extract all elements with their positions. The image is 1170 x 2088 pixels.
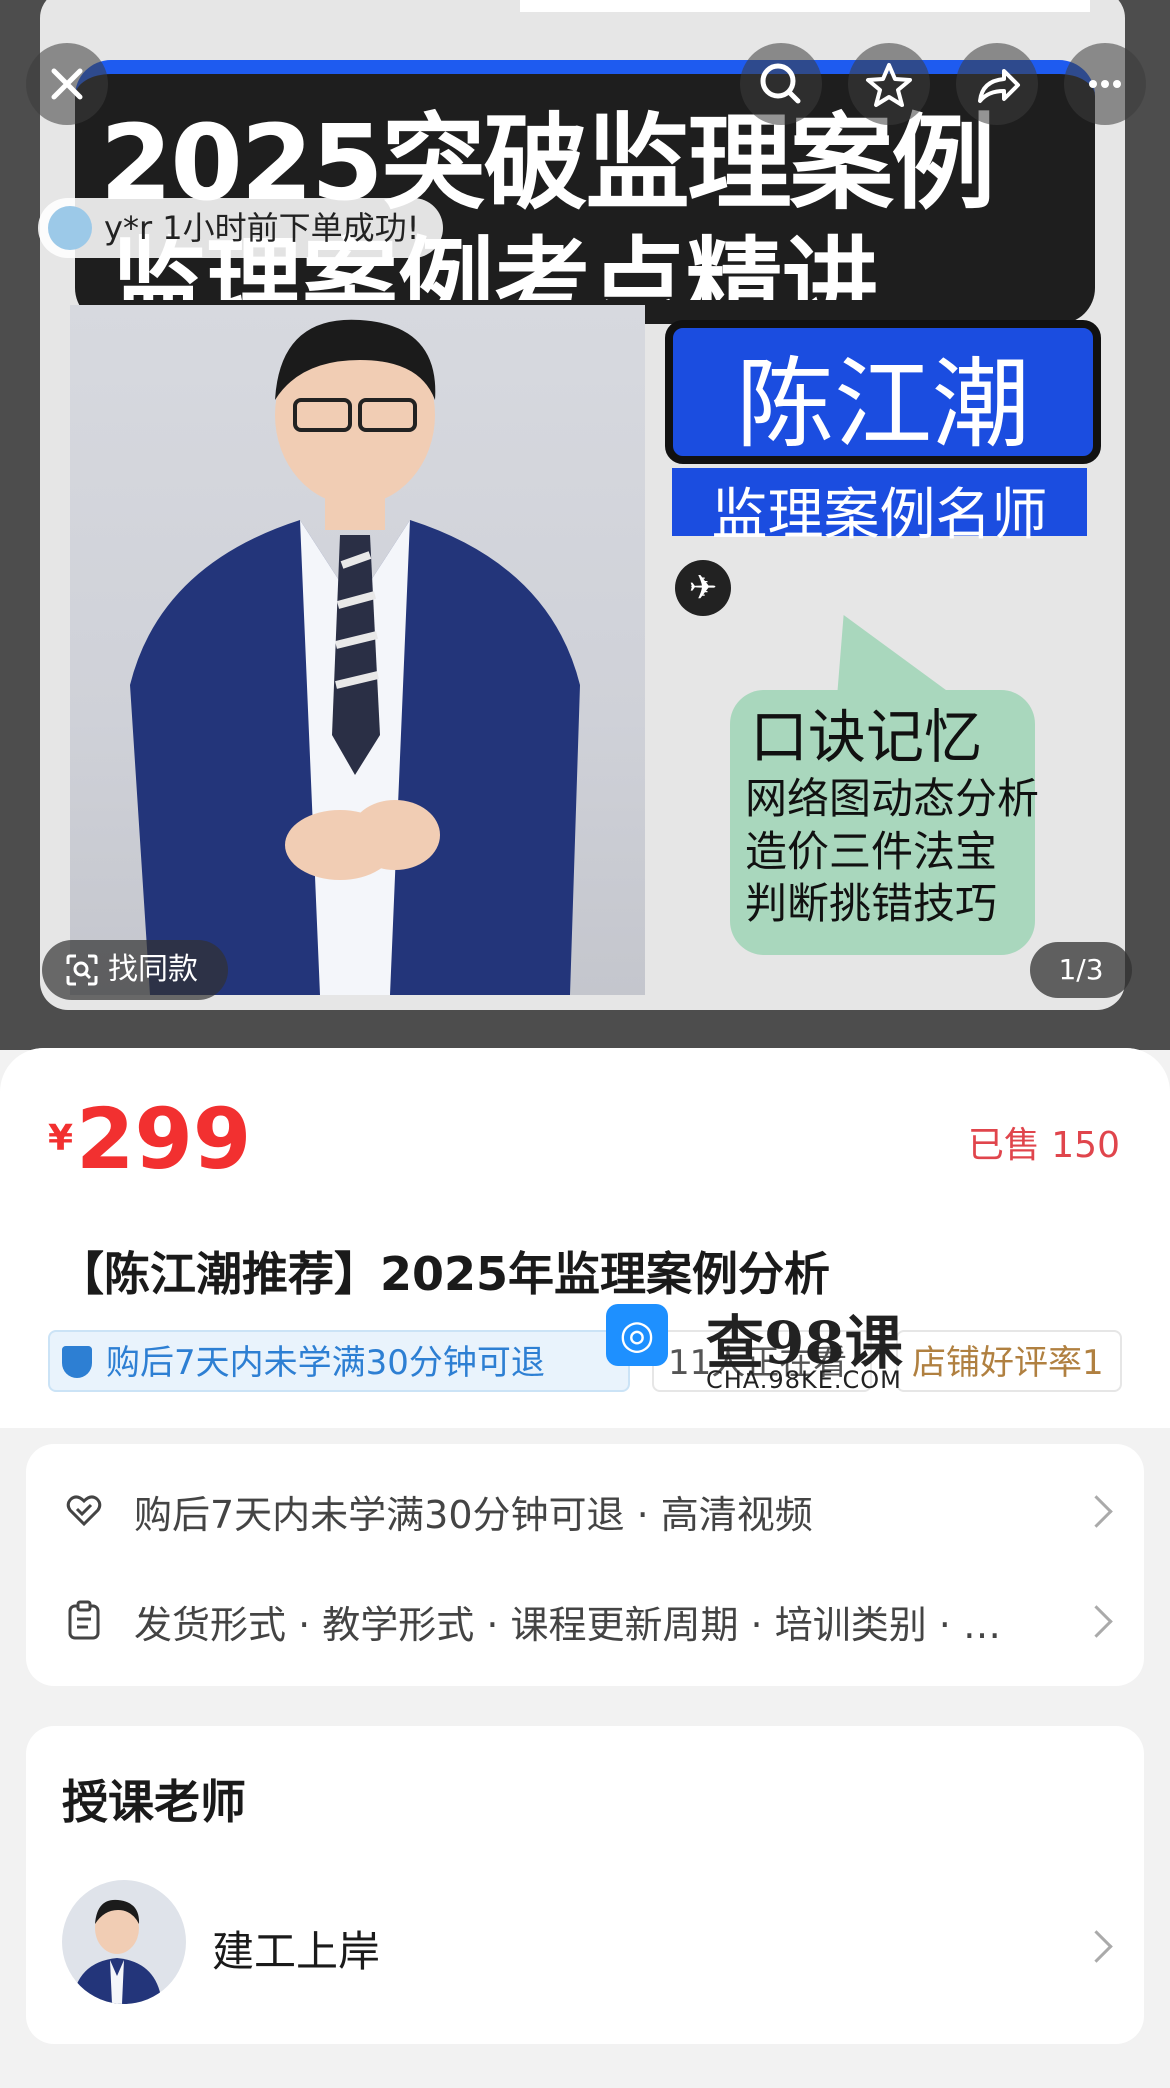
- favorite-button[interactable]: [848, 43, 930, 125]
- toast-avatar: [48, 206, 92, 250]
- search-icon: [760, 63, 801, 104]
- poster-top-strip: [520, 0, 1090, 12]
- toast-user: y*r: [104, 209, 153, 247]
- bubble-line-4: 判断挑错技巧: [745, 879, 998, 928]
- star-icon: [866, 63, 912, 107]
- poster-teacher-name: 陈江潮: [735, 348, 1030, 462]
- image-pager: 1/3: [1030, 942, 1132, 998]
- rating-tag[interactable]: 店铺好评率1: [896, 1330, 1122, 1392]
- watermark: ◎ 查98课 CHA.98KE.COM: [606, 1300, 906, 1400]
- product-title: 【陈江潮推荐】2025年监理案例分析: [58, 1247, 831, 1301]
- sold-count: 已售 150: [967, 1125, 1120, 1166]
- service-row-2-text: 发货形式 · 教学形式 · 课程更新周期 · 培训类别 · …: [134, 1603, 1001, 1647]
- currency-symbol: ¥: [48, 1118, 74, 1159]
- watermark-logo-icon: ◎: [606, 1304, 668, 1366]
- more-icon: [1089, 80, 1121, 88]
- toast-message: 1小时前下单成功!: [162, 209, 420, 247]
- services-card: [26, 1444, 1144, 1686]
- scan-icon: [66, 954, 98, 986]
- poster-teacher-title: 监理案例名师: [711, 483, 1048, 548]
- teacher-illustration: [130, 319, 580, 995]
- teacher-name: 建工上岸: [212, 1927, 381, 1976]
- close-button[interactable]: [26, 43, 108, 125]
- more-button[interactable]: [1064, 43, 1146, 125]
- share-icon: [978, 69, 1020, 103]
- order-toast: y*r 1小时前下单成功!: [38, 198, 444, 258]
- teacher-section-title: 授课老师: [62, 1775, 246, 1829]
- close-icon: [51, 68, 83, 100]
- share-button[interactable]: [956, 43, 1038, 125]
- bubble-line-2: 网络图动态分析: [745, 774, 1040, 823]
- teacher-photo: [70, 305, 645, 995]
- bubble-line-1: 口诀记忆: [750, 703, 983, 771]
- teacher-avatar: [62, 1880, 186, 2004]
- watermark-site: CHA.98KE.COM: [706, 1366, 902, 1394]
- product-image-carousel[interactable]: 2025突破监理案例 监理案例考点精讲 陈江潮 监理案例名师 ✈ 口诀记忆 网络…: [0, 0, 1170, 1050]
- refund-tag[interactable]: 购后7天内未学满30分钟可退: [48, 1330, 630, 1392]
- clipboard-icon: [68, 1600, 100, 1640]
- search-button[interactable]: [740, 43, 822, 125]
- heart-shield-icon: [66, 1495, 102, 1527]
- teacher-avatar-image: [72, 1899, 162, 2004]
- product-price: 299: [76, 1090, 252, 1188]
- shield-icon: [62, 1346, 92, 1378]
- service-row-1-text: 购后7天内未学满30分钟可退 · 高清视频: [134, 1493, 813, 1537]
- find-same-label: 找同款: [108, 952, 198, 987]
- find-same-button[interactable]: 找同款: [42, 940, 228, 1000]
- plane-icon: ✈: [675, 560, 731, 616]
